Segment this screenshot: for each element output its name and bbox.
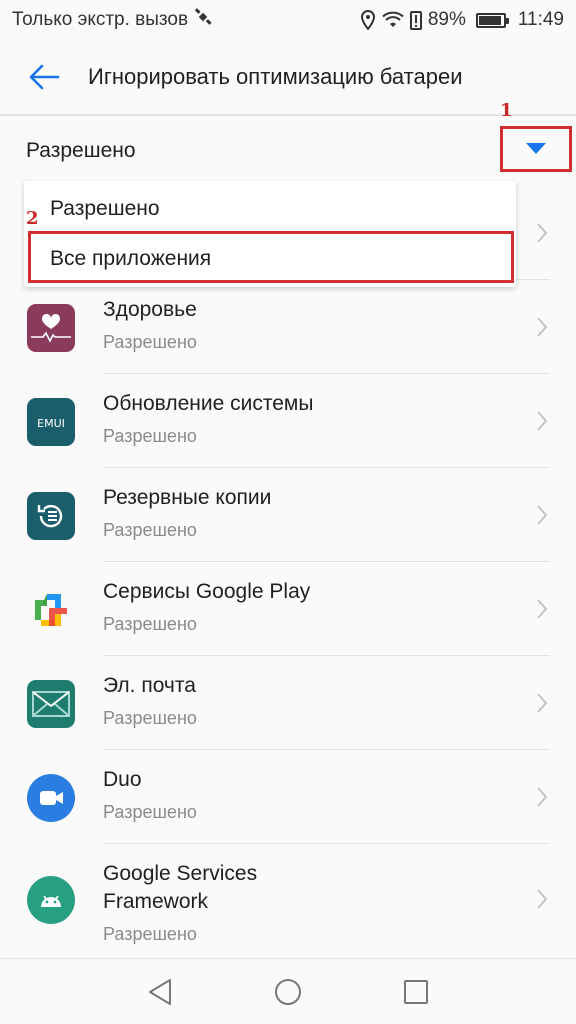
carrier-text: Только экстр. вызов <box>12 9 189 30</box>
arrow-back-icon <box>29 64 60 90</box>
app-bar: Игнорировать оптимизацию батареи <box>0 40 576 114</box>
list-item[interactable]: Сервисы Google Play Разрешено <box>0 562 576 656</box>
nav-back-button[interactable] <box>96 959 224 1024</box>
status-left: Только экстр. вызов <box>12 8 212 32</box>
back-button[interactable] <box>0 40 88 114</box>
header-divider <box>0 114 576 116</box>
app-status: Разрешено <box>103 802 197 822</box>
app-status: Разрешено <box>103 614 197 634</box>
annotation-1: 1 <box>500 100 513 121</box>
filter-row[interactable]: Разрешено <box>0 118 576 184</box>
chevron-right-icon <box>536 222 548 249</box>
filter-dropdown-menu: Разрешено Все приложения <box>24 181 516 287</box>
circle-home-icon <box>275 978 301 1005</box>
app-status: Разрешено <box>103 924 197 944</box>
app-name-line: Framework <box>103 890 209 913</box>
app-status: Разрешено <box>103 520 197 540</box>
app-name: Эл. почта <box>103 674 196 697</box>
svg-text:EMUI: EMUI <box>37 417 65 430</box>
emui-update-icon: EMUI <box>27 398 75 446</box>
backup-icon <box>27 492 75 540</box>
nav-recents-button[interactable] <box>352 959 480 1024</box>
app-list: Здоровье Разрешено EMUI Обновление систе… <box>0 186 576 954</box>
chevron-right-icon <box>536 410 548 437</box>
app-name: Сервисы Google Play <box>103 580 311 603</box>
list-item[interactable]: Эл. почта Разрешено <box>0 656 576 750</box>
list-item[interactable]: EMUI Обновление системы Разрешено <box>0 374 576 468</box>
duo-icon <box>27 774 75 822</box>
chevron-right-icon <box>536 786 548 813</box>
filter-dropdown-button[interactable] <box>500 126 572 172</box>
square-recents-icon <box>404 979 428 1004</box>
wifi-icon <box>382 11 404 29</box>
battery-alert-icon <box>409 10 422 30</box>
satellite-icon <box>194 8 212 32</box>
google-play-services-icon <box>27 586 75 634</box>
health-app-icon <box>27 304 75 352</box>
filter-selected-label: Разрешено <box>26 139 136 162</box>
chevron-right-icon <box>536 888 548 915</box>
chevron-right-icon <box>536 504 548 531</box>
email-icon <box>27 680 75 728</box>
triangle-back-icon <box>149 978 171 1005</box>
app-name-line: Google Services <box>103 862 258 885</box>
navigation-bar <box>0 958 576 1024</box>
android-icon <box>27 876 75 924</box>
status-right: 89% 11:49 <box>360 9 564 31</box>
location-icon <box>360 10 376 30</box>
chevron-right-icon <box>536 598 548 625</box>
app-name: Резервные копии <box>103 486 272 509</box>
dropdown-arrow-icon <box>526 143 546 154</box>
battery-icon <box>475 12 509 28</box>
list-item[interactable]: Google Services Framework Разрешено <box>0 844 576 954</box>
list-item[interactable]: Здоровье Разрешено <box>0 280 576 374</box>
annotation-highlight-box <box>28 231 514 283</box>
clock: 11:49 <box>517 9 564 30</box>
status-bar: Только экстр. вызов 89% 11:49 <box>0 0 576 40</box>
menu-item-allowed[interactable]: Разрешено <box>24 183 516 235</box>
battery-percent: 89% <box>427 9 466 30</box>
app-name: Duo <box>103 768 142 791</box>
list-item[interactable]: Резервные копии Разрешено <box>0 468 576 562</box>
nav-home-button[interactable] <box>224 959 352 1024</box>
app-status: Разрешено <box>103 426 197 446</box>
app-name: Google Services Framework <box>103 860 257 916</box>
page-title: Игнорировать оптимизацию батареи <box>88 64 463 89</box>
app-name: Здоровье <box>103 298 197 321</box>
list-item[interactable]: Duo Разрешено <box>0 750 576 844</box>
app-status: Разрешено <box>103 332 197 352</box>
chevron-right-icon <box>536 316 548 343</box>
chevron-right-icon <box>536 692 548 719</box>
app-status: Разрешено <box>103 708 197 728</box>
app-name: Обновление системы <box>103 392 314 415</box>
annotation-2: 2 <box>26 208 39 229</box>
